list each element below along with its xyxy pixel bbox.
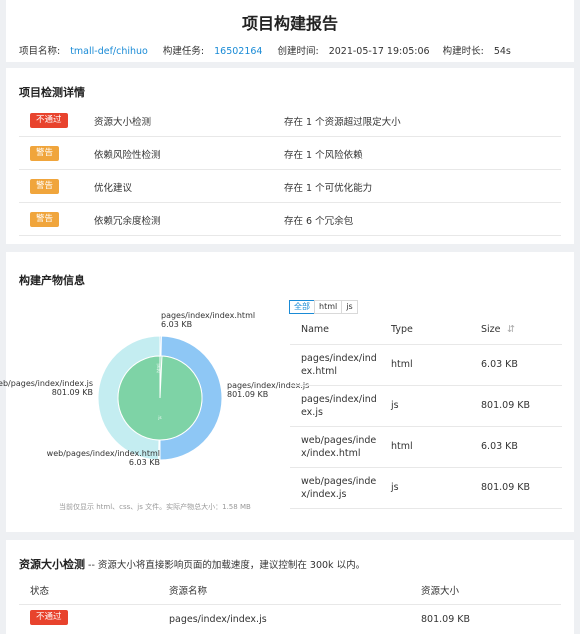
- status-badge: 不通过: [30, 113, 68, 128]
- file-name: pages/index/index.html: [301, 353, 377, 377]
- check-name: 优化建议: [94, 183, 133, 194]
- project-name-label: 项目名称:: [19, 46, 61, 57]
- slice-label: html: [156, 363, 161, 372]
- section-title: 构建产物信息: [19, 274, 85, 287]
- check-details-card: 项目检测详情 不通过 资源大小检测 存在 1 个资源超过限定大小 警告 依赖风险…: [6, 68, 574, 244]
- slice-label: web/pages/index/index.js: [0, 379, 93, 388]
- report-header: 项目构建报告 项目名称: tmall-def/chihuo 构建任务: 165021…: [6, 0, 574, 62]
- status-badge: 警告: [30, 179, 60, 194]
- chart-note: 当前仅显示 html、css、js 文件。实际产物总大小：1.58 MB: [59, 503, 251, 511]
- file-name: web/pages/index/index.html: [301, 435, 377, 459]
- table-header: 状态 资源名称 资源大小: [19, 576, 561, 605]
- tab-all[interactable]: 全部: [289, 300, 315, 314]
- file-type: html: [391, 441, 413, 452]
- file-size: 801.09 KB: [481, 482, 531, 493]
- status-badge: 警告: [30, 146, 60, 161]
- file-size: 6.03 KB: [481, 359, 518, 370]
- slice-label: js: [157, 415, 161, 420]
- created-time-label: 创建时间:: [277, 46, 319, 57]
- table-header: Name Type Size ⇵: [290, 314, 562, 345]
- check-row: 警告 依赖风险性检测 存在 1 个风险依赖: [19, 137, 561, 170]
- file-size: 6.03 KB: [481, 441, 518, 452]
- col-resource-name: 资源名称: [169, 586, 208, 597]
- page-title: 项目构建报告: [241, 14, 338, 33]
- col-size[interactable]: Size: [481, 324, 501, 335]
- section-title: 项目检测详情: [19, 86, 85, 99]
- check-row: 不通过 资源大小检测 存在 1 个资源超过限定大小: [19, 104, 561, 137]
- check-name: 依赖冗余度检测: [94, 216, 161, 227]
- col-resource-size: 资源大小: [421, 586, 460, 597]
- created-time-value: 2021-05-17 19:05:06: [328, 46, 430, 57]
- slice-value-label: 801.09 KB: [52, 388, 93, 397]
- file-type: js: [391, 400, 399, 411]
- check-desc: 存在 1 个风险依赖: [284, 150, 363, 161]
- file-name: web/pages/index/index.js: [301, 476, 377, 500]
- build-duration-label: 构建时长:: [442, 46, 484, 57]
- size-check-subtitle: -- 资源大小将直接影响页面的加载速度，建议控制在 300k 以内。: [85, 560, 366, 571]
- check-row: 警告 依赖冗余度检测 存在 6 个冗余包: [19, 203, 561, 236]
- col-name: Name: [301, 324, 330, 335]
- slice-value-label: 6.03 KB: [161, 320, 192, 329]
- col-status: 状态: [30, 586, 50, 597]
- size-check-title: 资源大小检测: [19, 558, 85, 571]
- check-row: 警告 优化建议 存在 1 个可优化能力: [19, 170, 561, 203]
- check-desc: 存在 6 个冗余包: [284, 216, 354, 227]
- tab-js[interactable]: js: [341, 300, 358, 314]
- table-row: pages/index/index.html html 6.03 KB: [290, 345, 562, 386]
- slice-value-label: 801.09 KB: [227, 390, 268, 399]
- file-name: pages/index/index.js: [301, 394, 377, 418]
- file-type: js: [391, 482, 399, 493]
- resource-size: 801.09 KB: [421, 614, 471, 625]
- type-filter-tabs: 全部 html js: [289, 300, 358, 314]
- table-row: web/pages/index/index.js js 801.09 KB: [290, 468, 562, 509]
- file-size: 801.09 KB: [481, 400, 531, 411]
- build-task-label: 构建任务:: [162, 46, 205, 57]
- check-name: 资源大小检测: [94, 117, 152, 128]
- build-duration-value: 54s: [493, 46, 511, 57]
- slice-label: web/pages/index/index.html: [47, 449, 160, 458]
- build-task-link[interactable]: 16502164: [214, 46, 262, 57]
- file-type: html: [391, 359, 413, 370]
- tab-html[interactable]: html: [314, 300, 343, 314]
- resource-name: pages/index/index.js: [169, 614, 267, 625]
- table-row: pages/index/index.js js 801.09 KB: [290, 386, 562, 427]
- check-desc: 存在 1 个可优化能力: [284, 183, 373, 194]
- status-badge: 不通过: [30, 610, 68, 625]
- slice-label: pages/index/index.html: [161, 311, 255, 320]
- table-row: 不通过 pages/index/index.js 801.09 KB: [19, 606, 561, 634]
- size-check-card: 资源大小检测 -- 资源大小将直接影响页面的加载速度，建议控制在 300k 以内…: [6, 540, 574, 634]
- sort-icon[interactable]: ⇵: [507, 324, 515, 335]
- project-name-link[interactable]: tmall-def/chihuo: [70, 46, 148, 57]
- artifacts-card: 构建产物信息 html js pages/index/index.html 6.03 …: [0, 252, 574, 532]
- check-name: 依赖风险性检测: [94, 150, 161, 161]
- table-row: web/pages/index/index.html html 6.03 KB: [290, 427, 562, 468]
- col-type: Type: [391, 324, 413, 335]
- project-meta: 项目名称: tmall-def/chihuo 构建任务: 16502164 创建时间…: [19, 43, 521, 57]
- status-badge: 警告: [30, 212, 60, 227]
- slice-value-label: 6.03 KB: [129, 458, 160, 467]
- section-title: 资源大小检测 -- 资源大小将直接影响页面的加载速度，建议控制在 300k 以内…: [19, 556, 365, 572]
- check-desc: 存在 1 个资源超过限定大小: [284, 117, 401, 128]
